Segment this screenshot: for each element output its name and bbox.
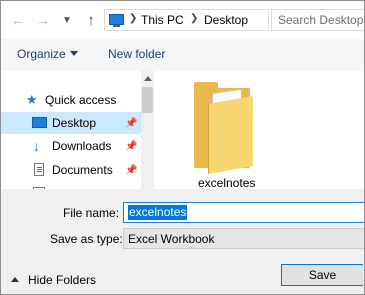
sidebar-item-downloads[interactable]: ↓ Downloads 📌	[1, 135, 141, 157]
organize-button[interactable]: Organize	[17, 47, 66, 61]
sidebar-item-label: Documents	[52, 163, 113, 177]
up-arrow-icon[interactable]: ↑	[82, 10, 100, 30]
star-icon: ★	[26, 92, 38, 107]
sidebar-item-quick-access[interactable]: ★ Quick access	[1, 89, 141, 111]
pin-icon[interactable]: 📌	[125, 141, 137, 152]
file-name-field[interactable]: excelnotes	[123, 202, 364, 223]
sidebar-item-desktop[interactable]: Desktop 📌	[1, 112, 141, 134]
file-list: excelnotes	[154, 71, 364, 190]
save-type-label: Save as type:	[50, 232, 123, 246]
file-name-value: excelnotes	[128, 205, 188, 220]
desktop-icon	[32, 117, 47, 128]
breadcrumb-chevron-icon[interactable]: ❯	[190, 13, 198, 24]
save-type-value: Excel Workbook	[128, 232, 215, 246]
breadcrumb-desktop[interactable]: Desktop	[204, 13, 248, 27]
this-pc-icon	[109, 14, 124, 27]
folder-name[interactable]: excelnotes	[198, 176, 255, 190]
pin-icon[interactable]: 📌	[125, 118, 137, 129]
save-as-dialog: ← → ▼ ↑ ❯ This PC ❯ Desktop Search Deskt…	[0, 0, 365, 295]
hide-folders-label: Hide Folders	[28, 273, 97, 287]
save-button[interactable]: Save	[281, 264, 363, 286]
forward-arrow-icon[interactable]: →	[34, 10, 52, 30]
sidebar-item-label: Desktop	[52, 116, 97, 130]
address-bar[interactable]: ❯ This PC ❯ Desktop	[104, 9, 269, 31]
sidebar-item-documents[interactable]: Documents 📌	[1, 159, 141, 181]
scrollbar-thumb[interactable]	[142, 87, 153, 113]
save-form: File name: excelnotes Save as type: Exce…	[1, 189, 364, 294]
document-icon	[34, 163, 44, 176]
command-bar: Organize New folder	[1, 39, 364, 71]
new-folder-button[interactable]: New folder	[108, 47, 165, 61]
download-arrow-icon: ↓	[33, 138, 40, 154]
nav-scrollbar[interactable]	[141, 71, 154, 189]
folder-icon[interactable]	[194, 82, 254, 174]
scroll-up-arrow-icon[interactable]	[144, 76, 152, 81]
address-row: ← → ▼ ↑ ❯ This PC ❯ Desktop Search Deskt…	[1, 1, 364, 39]
sidebar-item-label: Quick access	[45, 93, 117, 107]
search-input[interactable]: Search Desktop	[271, 9, 364, 31]
organize-chevron-down-icon[interactable]	[70, 51, 78, 56]
chevron-up-icon	[11, 277, 19, 282]
breadcrumb-chevron-icon[interactable]: ❯	[129, 13, 137, 24]
file-name-label: File name:	[63, 206, 120, 220]
back-arrow-icon[interactable]: ←	[9, 10, 27, 30]
save-type-select[interactable]: Excel Workbook	[123, 228, 364, 249]
pin-icon[interactable]: 📌	[125, 165, 137, 176]
search-placeholder: Search Desktop	[278, 13, 364, 27]
navigation-pane: ★ Quick access Desktop 📌 ↓ Downloads 📌 D…	[1, 71, 153, 191]
recent-locations-chevron-icon[interactable]: ▼	[58, 10, 76, 30]
breadcrumb-this-pc[interactable]: This PC	[141, 13, 184, 27]
sidebar-item-label: Downloads	[52, 139, 112, 153]
